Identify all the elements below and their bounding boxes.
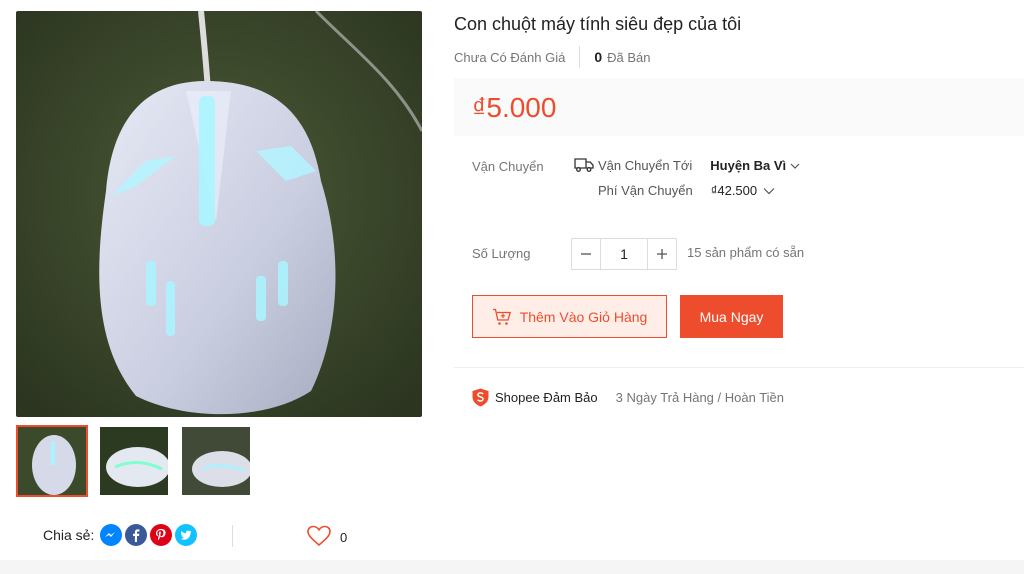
decrease-button[interactable] [572, 239, 600, 269]
chevron-down-icon[interactable] [763, 183, 775, 198]
favorite-section[interactable]: 0 [307, 525, 347, 550]
thumbnail-3[interactable] [180, 425, 252, 497]
share-divider [232, 525, 233, 547]
product-price: ₫5.000 [472, 92, 557, 123]
twitter-icon[interactable] [175, 524, 198, 546]
product-main-image[interactable] [16, 11, 422, 417]
buy-now-button[interactable]: Mua Ngay [680, 295, 783, 338]
sold-label: Đã Bán [607, 49, 651, 65]
share-label: Chia sẻ: [43, 527, 95, 543]
add-to-cart-button[interactable]: Thêm Vào Giỏ Hàng [472, 295, 667, 338]
increase-button[interactable] [648, 239, 676, 269]
guarantee-brand: Shopee Đảm Bảo [495, 390, 598, 405]
shipping-fee-row: Phí Vận Chuyển ₫42.500 [598, 183, 775, 198]
thumbnail-2[interactable] [98, 425, 170, 497]
shipping-to-row: Vận Chuyển Tới Huyện Ba Vì [574, 157, 800, 173]
shipping-to-label: Vận Chuyển Tới [598, 157, 693, 173]
sold-count: 0 [594, 49, 603, 65]
heart-icon[interactable] [307, 525, 331, 550]
messenger-icon[interactable] [100, 524, 123, 546]
truck-icon [574, 157, 594, 173]
product-title: Con chuột máy tính siêu đẹp của tôi [454, 14, 742, 34]
product-meta: Chưa Có Đánh Giá 0 Đã Bán [454, 46, 650, 68]
thumbnail-1[interactable] [16, 425, 88, 497]
shipping-destination[interactable]: Huyện Ba Vì [710, 158, 786, 173]
shipping-label: Vận Chuyển [472, 159, 544, 174]
quantity-label: Số Lượng [472, 246, 531, 261]
stock-available: 15 sản phẩm có sẵn [687, 245, 805, 260]
share-section: Chia sẻ: [43, 524, 198, 546]
shipping-fee-value[interactable]: ₫42.500 [711, 183, 757, 198]
shopee-guarantee[interactable]: Shopee Đảm Bảo 3 Ngày Trả Hàng / Hoàn Ti… [472, 388, 784, 407]
quantity-stepper: 1 [571, 238, 677, 270]
meta-divider [579, 46, 581, 68]
cart-icon [492, 308, 512, 326]
rating-text: Chưa Có Đánh Giá [454, 49, 566, 65]
shield-icon [472, 388, 489, 407]
thumbnail-strip [16, 425, 252, 497]
product-card: Chia sẻ: 0 Con chuột máy tính siêu đẹp c… [0, 0, 1024, 560]
shipping-fee-label: Phí Vận Chuyển [598, 183, 693, 198]
pinterest-icon[interactable] [150, 524, 173, 546]
price-box: ₫5.000 [454, 78, 1024, 136]
chevron-down-icon[interactable] [790, 158, 800, 173]
quantity-input[interactable]: 1 [600, 239, 648, 269]
section-divider [454, 367, 1024, 368]
favorite-count: 0 [340, 530, 348, 545]
facebook-icon[interactable] [125, 524, 148, 546]
add-to-cart-label: Thêm Vào Giỏ Hàng [519, 308, 648, 325]
guarantee-text: 3 Ngày Trả Hàng / Hoàn Tiền [615, 390, 784, 405]
